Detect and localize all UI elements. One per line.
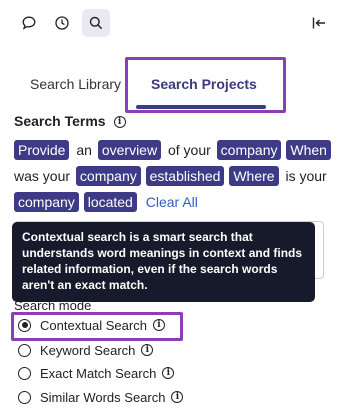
chat-icon[interactable] [15,9,43,37]
collapse-right-icon[interactable] [305,9,333,37]
tooltip-text: Contextual search is a smart search that… [22,230,303,292]
info-icon[interactable]: i [152,319,165,331]
tab-search-projects[interactable]: Search Projects [151,76,257,92]
radio-unselected-icon[interactable] [18,390,31,404]
term-chip[interactable]: Provide [14,140,70,160]
info-icon[interactable]: i [113,116,126,129]
radio-label: Exact Match Search [40,365,157,381]
info-icon[interactable]: i [171,391,184,403]
clear-all-link[interactable]: Clear All [146,194,198,210]
info-icon[interactable]: i [141,344,154,356]
search-mode-label: Search mode [14,298,92,313]
radio-selected-icon[interactable] [18,318,31,332]
info-icon[interactable]: i [162,367,175,379]
term-chip[interactable]: When [286,140,331,160]
contextual-search-tooltip: Contextual search is a smart search that… [12,222,315,302]
radio-exact-match-search[interactable]: Exact Match Search i [18,362,175,384]
radio-label: Similar Words Search [40,389,166,405]
radio-keyword-search[interactable]: Keyword Search i [18,339,154,361]
term-text: of your [167,142,211,158]
term-chip[interactable]: established [145,166,225,186]
radio-label: Contextual Search [40,317,147,333]
term-chip[interactable]: company [75,166,141,186]
radio-unselected-icon[interactable] [18,343,31,357]
term-chip[interactable]: company [14,192,79,212]
search-terms-heading: Search Terms i [14,113,126,129]
top-toolbar [0,0,342,48]
radio-contextual-search[interactable]: Contextual Search i [18,314,165,336]
term-chip[interactable]: Where [229,166,279,186]
term-chip[interactable]: overview [97,140,162,160]
radio-similar-words-search[interactable]: Similar Words Search i [18,386,184,408]
term-chip[interactable]: company [216,140,282,160]
search-terms-label: Search Terms [14,113,106,129]
radio-label: Keyword Search [40,342,136,358]
term-chip[interactable]: located [83,192,137,212]
term-text: was your [14,168,71,184]
radio-unselected-icon[interactable] [18,366,31,380]
term-text: is your [285,168,327,184]
history-icon[interactable] [48,9,76,37]
active-tab-indicator [136,105,266,109]
tab-search-library[interactable]: Search Library [30,76,121,92]
search-icon[interactable] [82,9,110,37]
term-text: an [76,142,92,158]
search-terms-sentence: Provide an overview of your company When… [14,137,336,215]
